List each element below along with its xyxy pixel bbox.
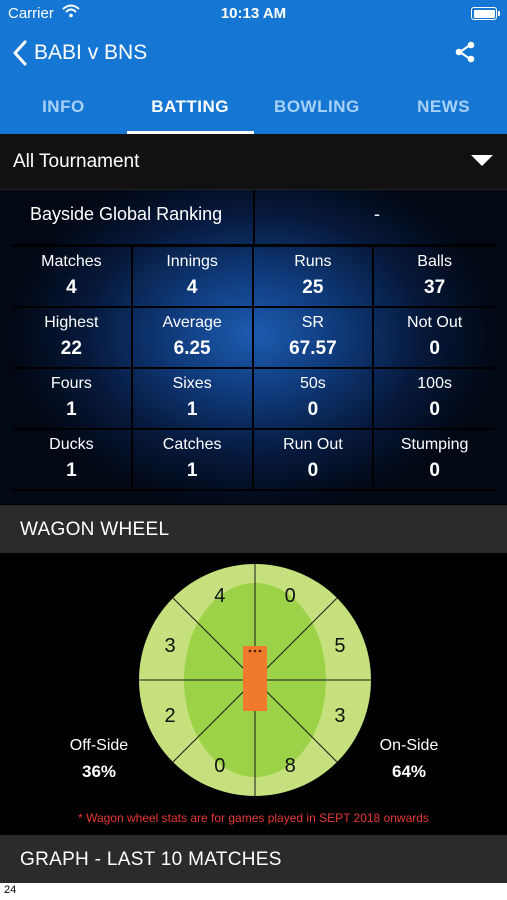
stat-value: 22 [60,338,82,359]
clock: 10:13 AM [220,5,287,22]
wagon-sector-value: 3 [334,705,345,727]
stat-value: 1 [186,399,198,420]
stat-label: 50s [299,375,326,392]
on-side-stat: On-Side 64% [349,737,469,782]
stat-average: Average 6.25 [132,308,254,369]
stat-label: 100s [417,375,452,392]
off-side-value: 36% [81,762,117,781]
stat-50s: 50s 0 [253,369,375,430]
stat-label: Ducks [49,436,94,453]
tab-bowling[interactable]: BOWLING [254,82,381,134]
wagon-sector-value: 2 [164,705,175,727]
stat-ducks: Ducks 1 [12,430,133,491]
stat-stumping: Stumping 0 [374,430,495,491]
stat-label: Stumping [400,436,469,453]
battery-icon [471,7,500,20]
stat-not-out: Not Out 0 [374,308,495,369]
wagon-wheel-chart: 4 0 5 3 8 0 2 3 [139,564,371,796]
tournament-dropdown[interactable]: All Tournament [0,134,507,190]
on-side-label: On-Side [379,737,439,754]
tournament-selected: All Tournament [13,151,140,172]
stat-sixes: Sixes 1 [132,369,254,430]
tab-bar: INFO BATTING BOWLING NEWS [0,82,507,134]
stump [258,649,262,653]
back-button[interactable]: BABI v BNS [12,38,147,68]
match-title: BABI v BNS [34,41,148,64]
stat-label: Innings [166,253,218,270]
stat-value: 0 [429,399,440,420]
wagon-wheel-section: 4 0 5 3 8 0 2 3 Off-Side 36% On-Side 64% * Wago… [0,553,507,835]
stat-innings: Innings 4 [132,247,254,308]
graph-area: 24 [0,883,507,900]
batting-stats-panel: Bayside Global Ranking - Matches 4 Innings… [0,190,507,504]
share-icon[interactable] [453,40,477,64]
stat-100s: 100s 0 [374,369,495,430]
stat-sr: SR 67.57 [253,308,375,369]
stat-label: Fours [50,375,92,392]
wagon-sector-value: 8 [285,755,296,777]
wagon-sector-value: 5 [334,635,345,657]
stat-label: Catches [162,436,222,453]
off-side-label: Off-Side [69,737,129,754]
ranking-value: - [374,204,380,224]
stat-value: 37 [424,277,446,298]
stat-value: 0 [429,338,440,359]
stump [248,649,252,653]
wagon-sector-value: 0 [214,755,225,777]
stat-run-out: Run Out 0 [253,430,375,491]
stat-value: 1 [66,399,77,420]
ranking-label: Bayside Global Ranking [30,204,223,224]
stat-value: 67.57 [289,338,337,359]
stat-label: Run Out [283,436,343,453]
stat-runs: Runs 25 [253,247,375,308]
wagon-wheel-title: WAGON WHEEL [20,519,170,540]
wagon-sector-value: 0 [285,585,296,607]
stump [253,649,257,653]
stat-value: 1 [66,460,77,481]
wagon-sector-value: 3 [164,635,175,657]
off-side-stat: Off-Side 36% [39,737,159,782]
divider [253,190,255,244]
tab-info[interactable]: INFO [0,82,127,134]
stat-value: 4 [66,277,77,298]
tab-batting[interactable]: BATTING [126,82,254,134]
stat-label: Sixes [172,375,212,392]
stat-label: Highest [44,314,99,331]
stat-value: 4 [186,277,198,298]
wagon-wheel-note: * Wagon wheel stats are for games played… [78,811,429,825]
stat-label: Not Out [407,314,463,331]
stat-value: 6.25 [173,338,211,359]
wagon-wheel-header: WAGON WHEEL [0,505,507,553]
stat-label: Matches [41,253,102,270]
stat-highest: Highest 22 [12,308,133,369]
stat-label: Runs [294,253,332,270]
graph-tick-label: 24 [4,884,17,896]
stat-fours: Fours 1 [12,369,133,430]
dropdown-caret-icon [471,155,493,166]
stat-label: SR [301,314,324,331]
tab-news[interactable]: NEWS [380,82,507,134]
chevron-left-icon [13,40,27,66]
stat-balls: Balls 37 [374,247,495,308]
stat-value: 1 [186,460,198,481]
wagon-sector-value: 4 [214,585,225,607]
stat-value: 0 [307,460,319,481]
stat-value: 0 [429,460,440,481]
stat-label: Average [162,314,222,331]
ranking-row: Bayside Global Ranking - [12,190,495,247]
status-bar: Carrier 10:13 AM [0,0,507,28]
pitch [243,646,267,711]
on-side-value: 64% [391,762,427,781]
stat-label: Balls [417,253,452,270]
stat-value: 25 [302,277,324,298]
nav-bar: BABI v BNS [0,28,507,82]
stats-grid: Matches 4 Innings 4 Runs 25 Balls 37 Highest 22 Av… [12,247,495,491]
stat-value: 0 [307,399,319,420]
graph-title: GRAPH - LAST 10 MATCHES [20,849,282,870]
stat-catches: Catches 1 [132,430,254,491]
stat-matches: Matches 4 [12,247,133,308]
graph-header: GRAPH - LAST 10 MATCHES [0,835,507,883]
